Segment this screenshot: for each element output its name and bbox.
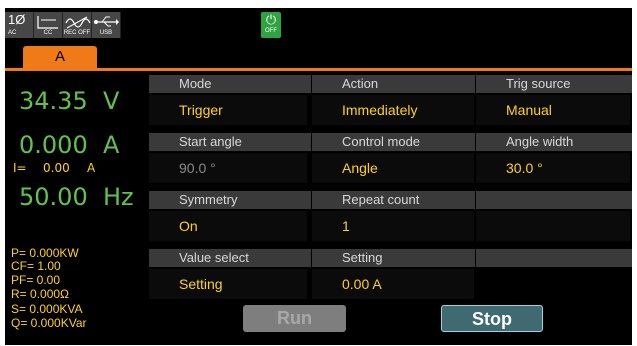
measurement-panel: 34.35 V 0.000 A I= 0.00 A 50.00 Hz P= 0.00… xyxy=(5,71,145,345)
power-factor-readout: PF= 0.00 xyxy=(11,273,61,287)
repeat-count-label: Repeat count xyxy=(312,191,475,209)
value-select-field[interactable]: Setting xyxy=(149,269,307,299)
angle-width-field[interactable]: 30.0 ° xyxy=(476,153,630,183)
channel-tab-a[interactable]: A xyxy=(23,46,97,68)
run-button[interactable]: Run xyxy=(243,305,346,332)
resistance-readout: R= 0.000Ω xyxy=(11,287,70,301)
empty-header-cell-2 xyxy=(476,249,632,267)
apparent-power-readout: S= 0.000KVA xyxy=(11,302,83,316)
usb-icon: USB xyxy=(92,12,121,38)
symmetry-label: Symmetry xyxy=(149,191,311,209)
trig-source-label: Trig source xyxy=(476,75,632,93)
cc-mode-icon: CC xyxy=(34,12,63,38)
action-label: Action xyxy=(312,75,475,93)
reactive-power-readout: Q= 0.000KVar xyxy=(11,316,87,330)
action-field[interactable]: Immediately xyxy=(312,95,474,125)
mode-label: Mode xyxy=(149,75,311,93)
power-icon: ⏻ xyxy=(265,12,277,27)
usb-glyph xyxy=(94,16,119,27)
setting-label: Setting xyxy=(312,249,475,267)
instrument-screen: 1Ø AC CC REC OFF USB ⏻ OFF A 34.35 V 0.0… xyxy=(5,8,632,345)
output-power-button[interactable]: ⏻ OFF xyxy=(261,12,281,38)
stop-button[interactable]: Stop xyxy=(441,305,543,332)
voltage-readout: 34.35 V xyxy=(19,87,120,115)
value-select-label: Value select xyxy=(149,249,311,267)
frequency-readout: 50.00 Hz xyxy=(19,183,134,211)
trig-source-field[interactable]: Manual xyxy=(476,95,630,125)
settings-grid: Mode Action Trig source Trigger Immediat… xyxy=(149,71,632,309)
ac-phase-icon: 1Ø AC xyxy=(5,12,34,38)
mode-field[interactable]: Trigger xyxy=(149,95,307,125)
current-setpoint-readout: I= 0.00 A xyxy=(13,161,96,175)
start-angle-label: Start angle xyxy=(149,133,311,151)
current-readout: 0.000 A xyxy=(19,131,120,159)
angle-width-label: Angle width xyxy=(476,133,632,151)
start-angle-field[interactable]: 90.0 ° xyxy=(149,153,307,183)
empty-header-cell xyxy=(476,191,632,209)
crest-factor-readout: CF= 1.00 xyxy=(11,259,61,273)
empty-value-cell xyxy=(476,211,630,241)
status-bar: 1Ø AC CC REC OFF USB ⏻ OFF A xyxy=(5,8,632,71)
setting-field[interactable]: 0.00 A xyxy=(312,269,474,299)
waveform-glyph xyxy=(65,16,91,29)
repeat-count-field[interactable]: 1 xyxy=(312,211,474,241)
power-status-label: OFF xyxy=(265,28,277,34)
control-mode-field[interactable]: Angle xyxy=(312,153,474,183)
control-mode-label: Control mode xyxy=(312,133,475,151)
cc-mode-glyph xyxy=(37,16,58,29)
waveform-rec-icon: REC OFF xyxy=(63,12,92,38)
symmetry-field[interactable]: On xyxy=(149,211,307,241)
